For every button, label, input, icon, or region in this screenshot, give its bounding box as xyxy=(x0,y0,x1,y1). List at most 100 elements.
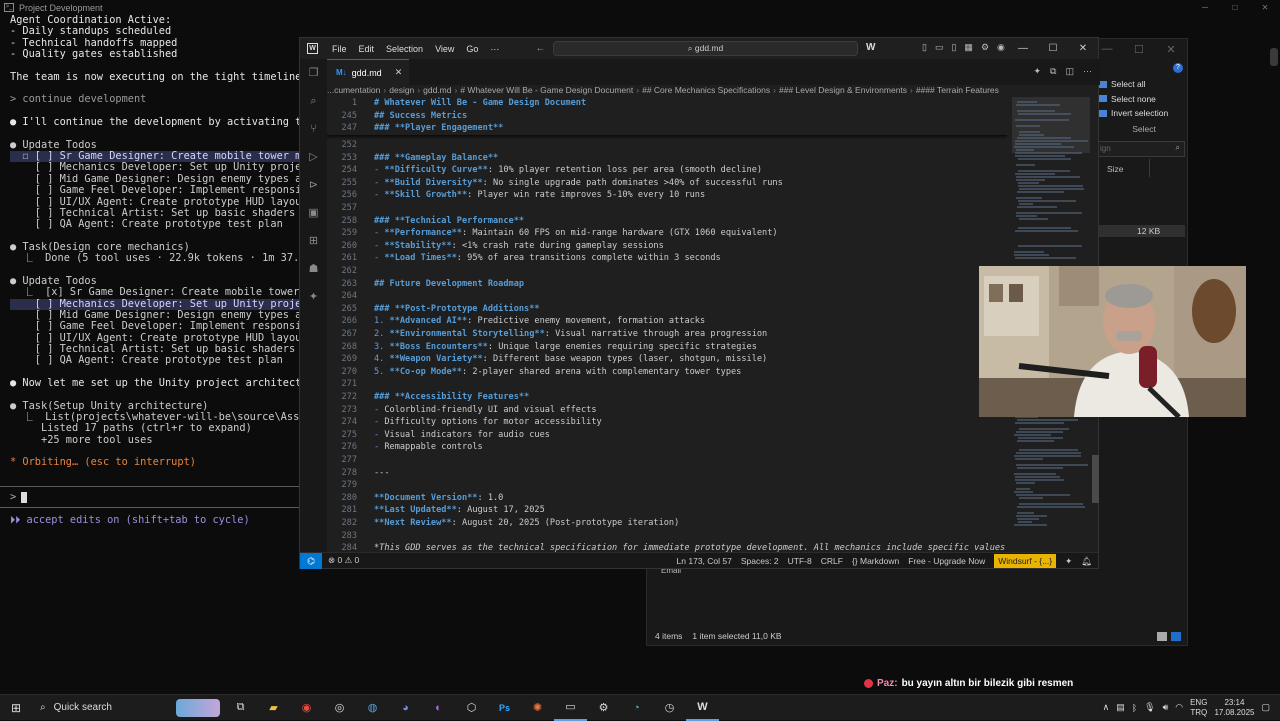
settings-gear-icon[interactable]: ⚙ xyxy=(981,42,989,53)
code-line[interactable]: 265 ### **Post-Prototype Additions** xyxy=(327,303,1007,316)
code-line[interactable]: 268 3. **Boss Encounters**: Unique large … xyxy=(327,341,1007,354)
show-hidden-icons-icon[interactable]: ∧ xyxy=(1103,702,1110,713)
minimize-icon[interactable]: — xyxy=(1008,38,1038,59)
maximize-icon[interactable]: ☐ xyxy=(1038,38,1068,59)
code-line[interactable]: 270 5. **Co-op Mode**: 2-player shared ar… xyxy=(327,366,1007,379)
maximize-icon[interactable]: ☐ xyxy=(1123,39,1155,59)
code-line[interactable]: 280 **Document Version**: 1.0 xyxy=(327,492,1007,505)
end-of-line[interactable]: CRLF xyxy=(821,556,843,566)
code-line[interactable]: 260 - **Stability**: <1% crash rate durin… xyxy=(327,240,1007,253)
chrome-app-icon[interactable]: ◉ xyxy=(290,695,323,721)
breadcrumb-item[interactable]: ...cumentation xyxy=(327,85,380,95)
code-line[interactable]: 278 --- xyxy=(327,467,1007,480)
menu-edit[interactable]: Edit xyxy=(353,44,381,54)
windsurf-brand-icon[interactable]: W xyxy=(866,42,875,53)
tiles-view-icon[interactable] xyxy=(1171,632,1181,641)
toggle-secondary-sidebar-icon[interactable]: ▯ xyxy=(951,42,956,53)
sticky-scroll-line[interactable]: 247 ### **Player Engagement** xyxy=(327,122,1007,135)
bluetooth-tray-icon[interactable]: ᛒ xyxy=(1132,703,1137,713)
code-line[interactable]: 263 ## Future Development Roadmap xyxy=(327,278,1007,291)
breadcrumb-item[interactable]: gdd.md xyxy=(423,85,451,95)
wifi-tray-icon[interactable]: ◠ xyxy=(1175,702,1183,713)
breadcrumb-item[interactable]: ## Core Mechanics Specifications xyxy=(642,85,770,95)
code-line[interactable]: 273 - Colorblind-friendly UI and visual e… xyxy=(327,404,1007,417)
photoshop-app-icon[interactable]: Ps xyxy=(488,695,521,721)
menu-selection[interactable]: Selection xyxy=(380,44,429,54)
open-preview-icon[interactable]: ⧉ xyxy=(1050,66,1056,77)
clock[interactable]: 23:14 17.08.2025 xyxy=(1214,698,1254,718)
windsurf-app-icon[interactable]: W xyxy=(686,695,719,721)
clock-app-icon[interactable]: ◷ xyxy=(653,695,686,721)
encoding[interactable]: UTF-8 xyxy=(788,556,812,566)
close-tab-icon[interactable]: ✕ xyxy=(395,67,403,78)
breadcrumb-item[interactable]: design xyxy=(389,85,414,95)
customize-layout-icon[interactable]: ▦ xyxy=(964,42,973,53)
robot-icon[interactable]: ☗ xyxy=(300,255,327,283)
close-icon[interactable]: ✕ xyxy=(1155,39,1187,59)
select-all-button[interactable]: Select all xyxy=(1099,77,1189,92)
source-control-icon[interactable]: ⑂ xyxy=(300,115,327,143)
editor-scrollbar[interactable] xyxy=(1092,455,1099,503)
code-line[interactable]: 281 **Last Updated**: August 17, 2025 xyxy=(327,504,1007,517)
taskbar-search[interactable]: ⌕ Quick search xyxy=(32,695,224,721)
code-line[interactable]: 282 **Next Review**: August 20, 2025 (Pos… xyxy=(327,517,1007,530)
code-line[interactable]: 276 - Remappable controls xyxy=(327,441,1007,454)
code-line[interactable]: 275 - Visual indicators for audio cues xyxy=(327,429,1007,442)
code-line[interactable]: 256 - **Skill Growth**: Player win rate i… xyxy=(327,189,1007,202)
volume-tray-icon[interactable]: 🔊︎ xyxy=(1163,702,1169,713)
run-debug-icon[interactable]: ▷ xyxy=(300,143,327,171)
code-line[interactable]: 269 4. **Weapon Variety**: Different base… xyxy=(327,353,1007,366)
remote-indicator-icon[interactable]: ⌬ xyxy=(300,552,322,569)
settings-app-icon[interactable]: ⚙ xyxy=(587,695,620,721)
network-tray-icon[interactable]: ▤ xyxy=(1116,702,1125,713)
sticky-scroll-line[interactable]: 1 # Whatever Will Be - Game Design Docume… xyxy=(327,97,1007,110)
notifications-bell-icon[interactable]: 🔔︎ xyxy=(1081,556,1092,567)
invert-selection-button[interactable]: Invert selection xyxy=(1099,106,1189,121)
file-explorer-app-icon[interactable]: ▰ xyxy=(257,695,290,721)
code-line[interactable]: 271 xyxy=(327,378,1007,391)
menu-more[interactable]: ··· xyxy=(484,44,505,54)
toggle-panel-icon[interactable]: ▭ xyxy=(935,42,944,53)
select-none-button[interactable]: Select none xyxy=(1099,92,1189,107)
remote-explorer-icon[interactable]: ▣ xyxy=(300,199,327,227)
sticky-scroll-line[interactable]: 245 ## Success Metrics xyxy=(327,109,1007,123)
size-column-header[interactable]: Size xyxy=(1107,164,1124,174)
menu-view[interactable]: View xyxy=(429,44,460,54)
indentation[interactable]: Spaces: 2 xyxy=(741,556,779,566)
input-language[interactable]: ENG TRQ xyxy=(1190,698,1207,718)
explorer-search-input[interactable]: ign ⌕ xyxy=(1095,141,1185,157)
code-line[interactable]: 261 - **Load Times**: 95% of area transit… xyxy=(327,252,1007,265)
unity-app-icon[interactable]: ⬡ xyxy=(455,695,488,721)
sparkle-icon[interactable]: ✦ xyxy=(1034,66,1042,77)
problems-count[interactable]: ⊗ 0 ⚠ 0 xyxy=(328,555,359,566)
language-mode[interactable]: {} Markdown xyxy=(852,556,899,566)
code-line[interactable]: 267 2. **Environmental Storytelling**: Vi… xyxy=(327,328,1007,341)
code-line[interactable]: 266 1. **Advanced AI**: Predictive enemy … xyxy=(327,315,1007,328)
details-view-icon[interactable] xyxy=(1157,632,1167,641)
terminal-prompt-input[interactable]: > xyxy=(0,486,300,508)
code-line[interactable]: 279 xyxy=(327,479,1007,492)
code-line[interactable]: 257 xyxy=(327,202,1007,215)
terminal-scrollbar[interactable] xyxy=(1270,48,1278,66)
account-icon[interactable]: ◉ xyxy=(997,42,1005,53)
command-center-search[interactable]: ⌕ gdd.md xyxy=(553,41,858,56)
explorer-icon[interactable]: ❐ xyxy=(300,59,327,87)
breadcrumb-item[interactable]: ### Level Design & Environments xyxy=(779,85,907,95)
more-actions-icon[interactable]: ··· xyxy=(1083,66,1092,77)
discord-app-icon[interactable]: ◕ xyxy=(389,695,422,721)
code-editor[interactable]: 252 253 ### **Gameplay Balance** 254 - **Dif… xyxy=(327,97,1007,554)
menu-go[interactable]: Go xyxy=(460,44,484,54)
upgrade-link[interactable]: Free - Upgrade Now xyxy=(908,556,985,566)
code-line[interactable]: 283 xyxy=(327,530,1007,543)
code-line[interactable]: 272 ### **Accessibility Features** xyxy=(327,391,1007,404)
github-copilot-app-icon[interactable]: ◎ xyxy=(323,695,356,721)
sparkle-icon[interactable]: ✦ xyxy=(1065,556,1072,567)
code-line[interactable]: 253 ### **Gameplay Balance** xyxy=(327,152,1007,165)
breadcrumb-item[interactable]: #### Terrain Features xyxy=(916,85,999,95)
tab-gdd-md[interactable]: M↓ gdd.md ✕ xyxy=(327,59,409,85)
code-line[interactable]: 254 - **Difficulty Curve**: 10% player re… xyxy=(327,164,1007,177)
code-line[interactable]: 264 xyxy=(327,290,1007,303)
claude-app-icon[interactable]: ✺ xyxy=(521,695,554,721)
split-editor-icon[interactable]: ◫ xyxy=(1065,66,1074,77)
extensions-icon[interactable]: ⊞ xyxy=(300,227,327,255)
